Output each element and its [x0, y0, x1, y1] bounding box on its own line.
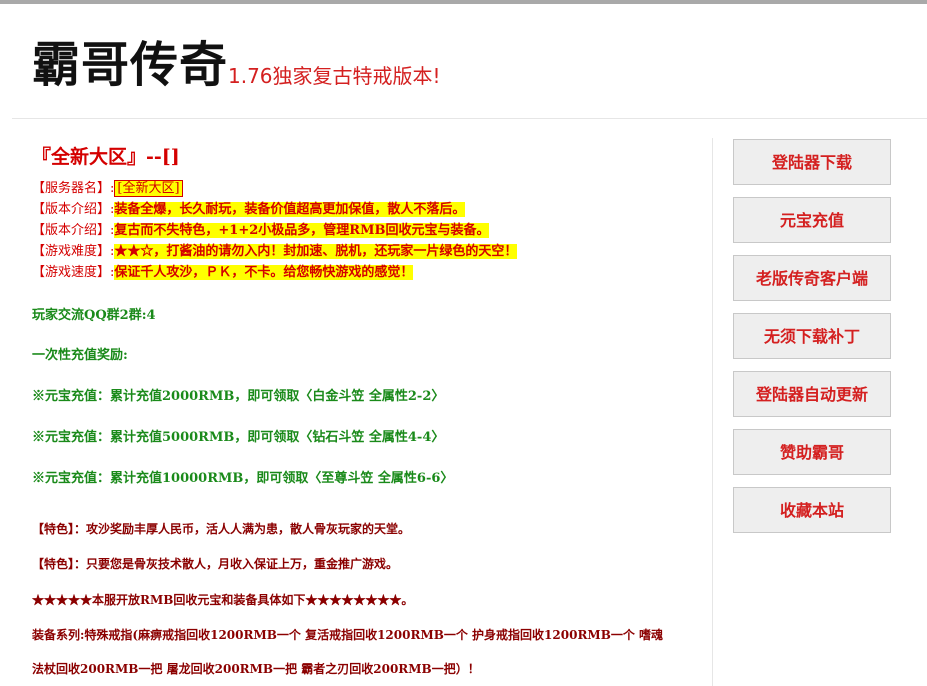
launcher-download-button[interactable]: 登陆器下载: [733, 139, 891, 185]
site-title: 霸哥传奇: [32, 37, 229, 93]
info-label: 【游戏速度】:: [32, 265, 115, 280]
bookmark-site-button[interactable]: 收藏本站: [733, 487, 891, 533]
info-row-difficulty: 【游戏难度】:★★☆，打酱油的请勿入内！封加速、脱机，还玩家一片绿色的天空！: [32, 243, 518, 261]
recharge-title: 一次性充值奖励:: [32, 348, 128, 363]
reward-item: ※元宝充值：累计充值10000RMB，即可领取〈至尊斗笠 全属性6-6〉: [32, 471, 454, 486]
info-value: 复古而不失特色，+1+2小极品多，管理RMB回收元宝与装备。: [114, 223, 490, 238]
feature-text: 【特色】：攻沙奖励丰厚人民币，活人人满为患，散人骨灰玩家的天堂。: [32, 522, 411, 536]
info-value: ★★☆，打酱油的请勿入内！封加速、脱机，还玩家一片绿色的天空！: [114, 244, 518, 259]
info-value: [全新大区]: [114, 180, 183, 197]
info-row-version-1: 【版本介绍】:装备全爆，长久耐玩，装备价值超高更加保值，散人不落后。: [32, 201, 466, 219]
reward-item: ※元宝充值：累计充值2000RMB，即可领取〈白金斗笠 全属性2-2〉: [32, 389, 445, 404]
info-label: 【版本介绍】:: [32, 202, 115, 217]
sponsor-button[interactable]: 赞助霸哥: [733, 429, 891, 475]
info-label: 【版本介绍】:: [32, 223, 115, 238]
feature-text: 【特色】：只要您是骨灰技术散人，月收入保证上万，重金推广游戏。: [32, 557, 399, 571]
site-header: 霸哥传奇 1.76独家复古特戒版本!: [0, 4, 927, 118]
equip-line-1: 装备系列:特殊戒指(麻痹戒指回收1200RMB一个 复活戒指回收1200RMB一…: [32, 628, 664, 642]
header-divider: [12, 118, 927, 119]
no-patch-button[interactable]: 无须下载补丁: [733, 313, 891, 359]
qq-group-text: 玩家交流QQ群2群:4: [32, 308, 156, 323]
info-label: 【游戏难度】:: [32, 244, 115, 259]
info-value: 装备全爆，长久耐玩，装备价值超高更加保值，散人不落后。: [114, 202, 466, 217]
info-row-version-2: 【版本介绍】:复古而不失特色，+1+2小极品多，管理RMB回收元宝与装备。: [32, 222, 490, 240]
info-label: 【服务器名】:: [32, 181, 115, 196]
info-row-server-name: 【服务器名】: [全新大区]: [32, 180, 183, 198]
site-subtitle: 1.76独家复古特戒版本!: [228, 64, 441, 88]
sidebar-divider: [712, 138, 713, 686]
classic-client-button[interactable]: 老版传奇客户端: [733, 255, 891, 301]
yuanbao-recharge-button[interactable]: 元宝充值: [733, 197, 891, 243]
info-row-speed: 【游戏速度】:保证千人攻沙，ＰＫ，不卡。给您畅快游戏的感觉！: [32, 264, 414, 282]
rmb-note: ★★★★★本服开放RMB回收元宝和装备具体如下★★★★★★★★。: [32, 593, 414, 607]
reward-item: ※元宝充值：累计充值5000RMB，即可领取〈钻石斗笠 全属性4-4〉: [32, 430, 445, 445]
equip-line-2: 法杖回收200RMB一把 屠龙回收200RMB一把 霸者之刃回收200RMB一把…: [32, 662, 480, 676]
zone-title: 『全新大区』--[]: [32, 146, 180, 168]
info-value: 保证千人攻沙，ＰＫ，不卡。给您畅快游戏的感觉！: [114, 265, 414, 280]
launcher-update-button[interactable]: 登陆器自动更新: [733, 371, 891, 417]
